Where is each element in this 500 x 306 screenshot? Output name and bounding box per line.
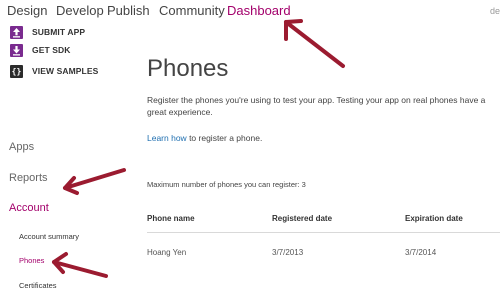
download-icon bbox=[10, 43, 23, 57]
arrow-to-dashboard bbox=[284, 19, 345, 68]
sidebar-subitem-phones[interactable]: Phones bbox=[19, 256, 44, 265]
annotation-arrows bbox=[52, 19, 345, 278]
nav-design[interactable]: Design bbox=[7, 3, 47, 18]
page-description: Register the phones you're using to test… bbox=[147, 95, 486, 117]
arrow-to-phones bbox=[52, 252, 108, 278]
submit-app-link[interactable]: SUBMIT APP bbox=[10, 25, 85, 39]
sidebar-item-reports[interactable]: Reports bbox=[9, 172, 48, 184]
table-header-divider bbox=[147, 232, 500, 233]
cell-expiration-date: 3/7/2014 bbox=[405, 248, 437, 257]
view-samples-label: VIEW SAMPLES bbox=[32, 66, 99, 76]
column-header-phone-name: Phone name bbox=[147, 214, 195, 223]
nav-develop[interactable]: Develop bbox=[56, 3, 104, 18]
nav-community[interactable]: Community bbox=[159, 3, 225, 18]
learn-how-rest: to register a phone. bbox=[186, 133, 263, 143]
nav-dashboard[interactable]: Dashboard bbox=[227, 3, 291, 18]
sidebar-item-apps[interactable]: Apps bbox=[9, 141, 34, 153]
view-samples-link[interactable]: {} VIEW SAMPLES bbox=[10, 64, 98, 78]
submit-app-label: SUBMIT APP bbox=[32, 27, 86, 37]
page-title: Phones bbox=[147, 55, 229, 82]
arrow-to-account bbox=[63, 168, 126, 195]
column-header-registered-date: Registered date bbox=[272, 214, 333, 223]
sidebar-item-account[interactable]: Account bbox=[9, 202, 49, 214]
get-sdk-label: GET SDK bbox=[32, 45, 71, 55]
column-header-expiration-date: Expiration date bbox=[405, 214, 463, 223]
upload-icon bbox=[10, 25, 23, 39]
user-name-fragment[interactable]: de bbox=[490, 6, 500, 16]
sidebar-subitem-certificates[interactable]: Certificates bbox=[19, 281, 57, 290]
get-sdk-link[interactable]: GET SDK bbox=[10, 43, 70, 57]
learn-how-line: Learn how to register a phone. bbox=[147, 133, 262, 143]
cell-phone-name: Hoang Yen bbox=[147, 248, 187, 257]
learn-how-link[interactable]: Learn how bbox=[147, 133, 187, 143]
nav-publish[interactable]: Publish bbox=[107, 3, 150, 18]
braces-icon: {} bbox=[10, 64, 23, 78]
top-nav: Design Develop Publish Community Dashboa… bbox=[0, 0, 500, 26]
cell-registered-date: 3/7/2013 bbox=[272, 248, 304, 257]
sidebar-subitem-account-summary[interactable]: Account summary bbox=[19, 232, 79, 241]
max-phones-text: Maximum number of phones you can registe… bbox=[147, 180, 306, 189]
